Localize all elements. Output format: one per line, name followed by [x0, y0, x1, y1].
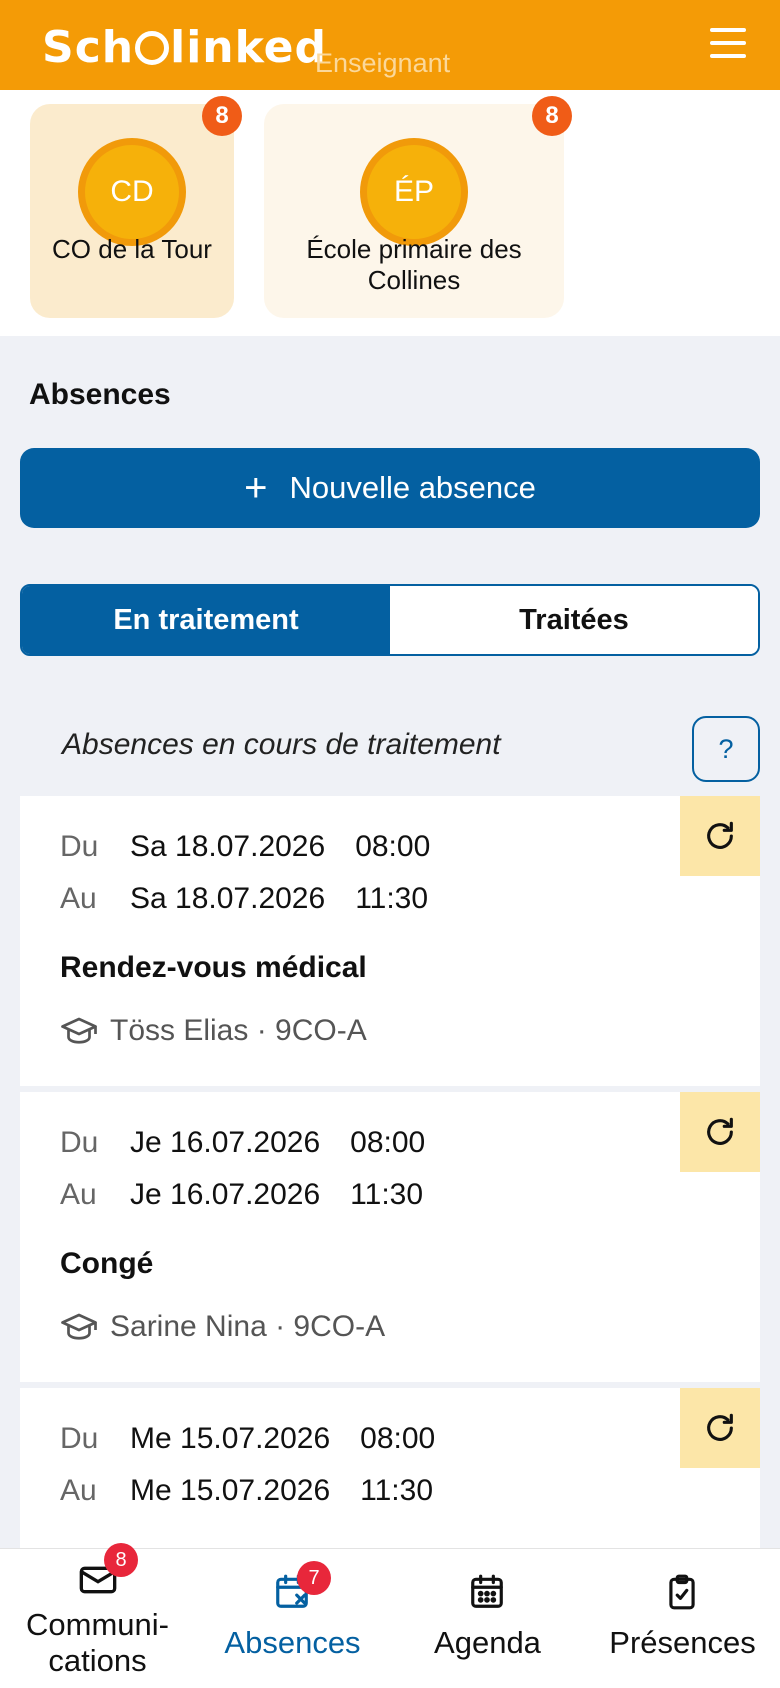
tab-traitees[interactable]: Traitées	[390, 586, 758, 654]
app-logo: Sch linked	[42, 22, 328, 73]
to-time: 11:30	[350, 1178, 424, 1211]
bottom-navigation: 8 Communi- cations 7 Absences Agenda Pré…	[0, 1543, 780, 1688]
from-time: 08:00	[360, 1422, 436, 1455]
to-row: Au Me 15.07.2026 11:30	[60, 1474, 433, 1508]
school-notification-badge: 8	[532, 96, 572, 136]
nav-presences[interactable]: Présences	[585, 1549, 780, 1688]
nav-label: Présences	[609, 1625, 756, 1660]
list-title: Absences en cours de traitement	[62, 728, 501, 761]
school-avatar: ÉP	[360, 138, 468, 246]
new-absence-button[interactable]: + Nouvelle absence	[20, 448, 760, 528]
student-info: Töss Elias · 9CO-A	[60, 1014, 367, 1048]
graduation-cap-icon	[61, 1313, 97, 1340]
nav-label: Agenda	[434, 1625, 541, 1660]
to-date: Je 16.07.2026	[130, 1178, 321, 1211]
from-date: Me 15.07.2026	[130, 1422, 331, 1455]
absence-card[interactable]: Du Sa 18.07.2026 08:00 Au Sa 18.07.2026 …	[20, 796, 760, 1086]
pending-status-tab	[680, 1388, 760, 1468]
school-card-ecole-primaire[interactable]: ÉP École primaire des Collines	[264, 104, 564, 318]
plus-icon: +	[244, 465, 268, 510]
student-name: Töss Elias · 9CO-A	[110, 1014, 367, 1047]
nav-agenda[interactable]: Agenda	[390, 1549, 585, 1688]
nav-label: Absences	[224, 1625, 361, 1660]
student-info: Sarine Nina · 9CO-A	[60, 1310, 385, 1344]
school-selector: CD CO de la Tour 8 ÉP École primaire des…	[0, 90, 780, 336]
pending-status-tab	[680, 1092, 760, 1172]
from-time: 08:00	[350, 1126, 426, 1159]
refresh-icon	[707, 1117, 733, 1145]
school-avatar: CD	[78, 138, 186, 246]
clipboard-check-icon	[669, 1574, 695, 1610]
from-label: Du	[60, 830, 99, 863]
to-label: Au	[60, 1474, 97, 1507]
user-role: Enseignant	[315, 48, 451, 78]
to-date: Sa 18.07.2026	[130, 882, 326, 915]
from-row: Du Sa 18.07.2026 08:00	[60, 830, 430, 864]
absence-reason: Congé	[60, 1247, 154, 1280]
to-row: Au Sa 18.07.2026 11:30	[60, 882, 428, 916]
nav-communications[interactable]: 8 Communi- cations	[0, 1543, 195, 1688]
status-segmented-control: En traitement Traitées	[20, 584, 760, 656]
notification-badge: 8	[104, 1543, 138, 1577]
to-date: Me 15.07.2026	[130, 1474, 331, 1507]
notification-badge: 7	[297, 1561, 331, 1595]
school-notification-badge: 8	[202, 96, 242, 136]
app-header: Sch linked Enseignant	[0, 0, 780, 90]
nav-absences[interactable]: 7 Absences	[195, 1549, 390, 1688]
nav-label: cations	[48, 1643, 147, 1678]
to-label: Au	[60, 882, 97, 915]
from-date: Sa 18.07.2026	[130, 830, 326, 863]
hamburger-menu-icon[interactable]	[710, 28, 746, 62]
from-label: Du	[60, 1422, 99, 1455]
new-absence-label: Nouvelle absence	[289, 470, 536, 505]
to-row: Au Je 16.07.2026 11:30	[60, 1178, 423, 1212]
school-name: École primaire des Collines	[306, 234, 522, 295]
calendar-icon	[471, 1574, 503, 1608]
tab-en-traitement[interactable]: En traitement	[22, 586, 390, 654]
refresh-icon	[707, 821, 733, 849]
from-row: Du Me 15.07.2026 08:00	[60, 1422, 435, 1456]
absence-card[interactable]: Du Je 16.07.2026 08:00 Au Je 16.07.2026 …	[20, 1092, 760, 1382]
student-name: Sarine Nina · 9CO-A	[110, 1310, 386, 1343]
from-date: Je 16.07.2026	[130, 1126, 321, 1159]
from-time: 08:00	[355, 830, 431, 863]
school-name: CO de la Tour	[52, 234, 212, 264]
absence-reason: Rendez-vous médical	[60, 951, 367, 984]
refresh-icon	[707, 1413, 733, 1441]
pending-status-tab	[680, 796, 760, 876]
to-label: Au	[60, 1178, 97, 1211]
nav-label: Communi-	[26, 1607, 169, 1642]
from-label: Du	[60, 1126, 99, 1159]
help-button[interactable]: ?	[692, 716, 760, 782]
page-title: Absences	[29, 378, 171, 411]
graduation-cap-icon	[61, 1017, 97, 1044]
to-time: 11:30	[355, 882, 429, 915]
school-card-co-de-la-tour[interactable]: CD CO de la Tour	[30, 104, 234, 318]
to-time: 11:30	[360, 1474, 434, 1507]
from-row: Du Je 16.07.2026 08:00	[60, 1126, 425, 1160]
